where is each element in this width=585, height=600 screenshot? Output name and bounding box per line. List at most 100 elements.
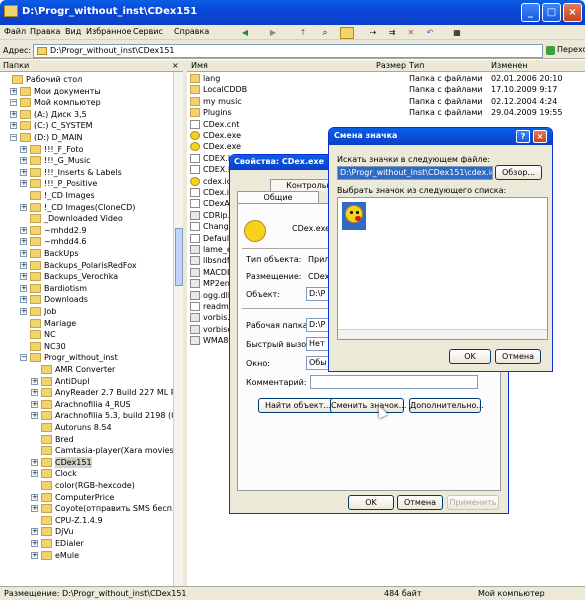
menu-edit[interactable]: Правка [30,27,60,36]
advanced-button[interactable]: Дополнительно... [409,398,484,413]
minimize-button[interactable]: _ [521,3,540,22]
folder-icon [190,85,200,95]
expand-icon[interactable]: + [31,400,38,408]
dll-icon [190,256,200,266]
expand-icon[interactable]: + [31,470,38,478]
icon-file-input[interactable]: D:\Progr_without_inst\CDex151\cdex.ico [337,166,493,180]
expand-icon[interactable]: + [20,226,27,234]
expand-icon[interactable]: + [31,551,38,559]
icon-list[interactable] [337,197,548,340]
copy-to-icon[interactable]: ⇉ [385,27,399,39]
tree-item-label: !!!_Inserts & Labels [44,167,122,177]
expand-icon[interactable]: + [31,412,38,420]
close-icon[interactable]: × [172,61,179,70]
expand-icon[interactable]: + [31,540,38,547]
scrollbar-thumb[interactable] [175,228,183,286]
close-button[interactable]: × [563,3,582,22]
tree-item-label: ~mhdd4.6 [44,237,87,247]
folder-up-icon[interactable]: ↑ [296,27,310,39]
expand-icon[interactable]: + [31,505,38,513]
expand-icon[interactable]: + [20,203,27,211]
menu-tools[interactable]: Сервис [133,27,163,36]
column-size[interactable]: Размер [376,61,406,70]
expand-icon[interactable]: + [31,377,38,385]
ok-button[interactable]: OK [348,495,394,510]
folder-icon [30,202,41,212]
ok-button[interactable]: OK [449,349,491,364]
list-item[interactable]: lang Папка с файлами 02.01.2006 20:10 [187,73,585,84]
expand-icon[interactable]: + [20,157,27,165]
expand-icon[interactable]: + [20,250,27,257]
expand-icon[interactable]: + [10,122,17,130]
icon-list-scrollbar[interactable] [338,329,547,339]
views-icon[interactable]: ▦ [450,27,464,39]
cancel-button[interactable]: Отмена [397,495,443,510]
tab-general[interactable]: Общие [237,191,319,203]
menu-file[interactable]: Файл [4,27,26,36]
tree-item-label: Backups_PolarisRedFox [44,260,137,270]
tree-item-label: Мой компьютер [34,98,101,108]
expand-icon[interactable]: + [31,493,38,501]
menu-view[interactable]: Вид [65,27,81,36]
collapse-icon[interactable]: − [10,134,17,141]
expand-icon[interactable]: + [20,145,27,153]
expand-icon[interactable]: + [31,389,38,397]
back-arrow-icon[interactable]: ◀ [238,27,252,39]
list-header: Имя Размер Тип Изменен [187,60,585,72]
expand-icon[interactable]: + [20,238,27,246]
expand-icon[interactable]: + [20,273,27,281]
collapse-icon[interactable]: − [10,99,17,107]
cancel-button[interactable]: Отмена [495,349,541,364]
forward-arrow-icon[interactable]: ▶ [266,27,280,39]
tree-item-label: eMule [55,550,80,560]
list-item[interactable]: my music Папка с файлами 02.12.2004 4:24 [187,96,585,107]
expand-icon[interactable]: + [31,458,38,466]
dll-icon [190,336,200,346]
expand-icon[interactable]: + [20,308,27,315]
folder-tree[interactable]: Рабочий стол + Мои документы − Мой компьютер… [0,72,173,586]
folder-icon [20,121,31,131]
list-item[interactable]: LocalCDDB Папка с файлами 17.10.2009 9:17 [187,84,585,95]
column-modified[interactable]: Изменен [491,61,528,70]
maximize-button[interactable]: □ [542,3,561,22]
search-icon[interactable]: ⌕ [318,27,332,39]
collapse-icon[interactable]: − [20,354,27,362]
apply-button[interactable]: Применить [447,495,499,510]
close-button[interactable]: × [533,130,547,143]
dll-icon [190,267,200,277]
folder-icon [30,272,41,282]
address-input[interactable]: D:\Progr_without_inst\CDex151 [33,44,543,58]
list-item-name: CDex.exe [203,131,241,140]
expand-icon[interactable]: + [20,168,27,176]
move-to-icon[interactable]: ⇢ [366,27,380,39]
find-target-button[interactable]: Найти объект... [258,398,338,413]
menu-favorites[interactable]: Избранное [86,27,131,36]
menu-help[interactable]: Справка [174,27,209,36]
browse-button[interactable]: Обзор... [495,165,542,180]
help-button[interactable]: ? [516,130,530,143]
undo-icon[interactable]: ↶ [423,27,437,39]
selected-icon[interactable] [342,202,366,230]
expand-icon[interactable]: + [10,110,17,118]
list-item-type: Папка с файлами [409,85,483,95]
column-type[interactable]: Тип [409,61,424,70]
go-button[interactable]: Переход [545,44,585,58]
expand-icon[interactable]: + [20,296,27,304]
tree-scrollbar[interactable] [173,72,183,586]
expand-icon[interactable]: + [20,261,27,269]
column-name[interactable]: Имя [191,61,208,70]
comment-field[interactable] [310,375,478,389]
tree-item-label: (D:) D_MAIN [34,133,83,142]
list-item[interactable]: Plugins Папка с файлами 29.04.2009 19:55 [187,107,585,118]
folder-icon [41,399,52,409]
expand-icon[interactable]: + [20,284,27,292]
tree-item-label: Camtasia-player(Xara movies) [55,446,173,456]
tree-item-label: Bred [55,434,74,444]
expand-icon[interactable]: + [31,528,38,536]
folders-icon[interactable] [340,27,354,39]
folder-icon [20,98,31,108]
delete-icon[interactable]: ✕ [404,27,418,39]
expand-icon[interactable]: + [20,180,27,188]
change-icon-button[interactable]: Сменить значок... [330,398,406,413]
expand-icon[interactable]: + [10,87,17,95]
